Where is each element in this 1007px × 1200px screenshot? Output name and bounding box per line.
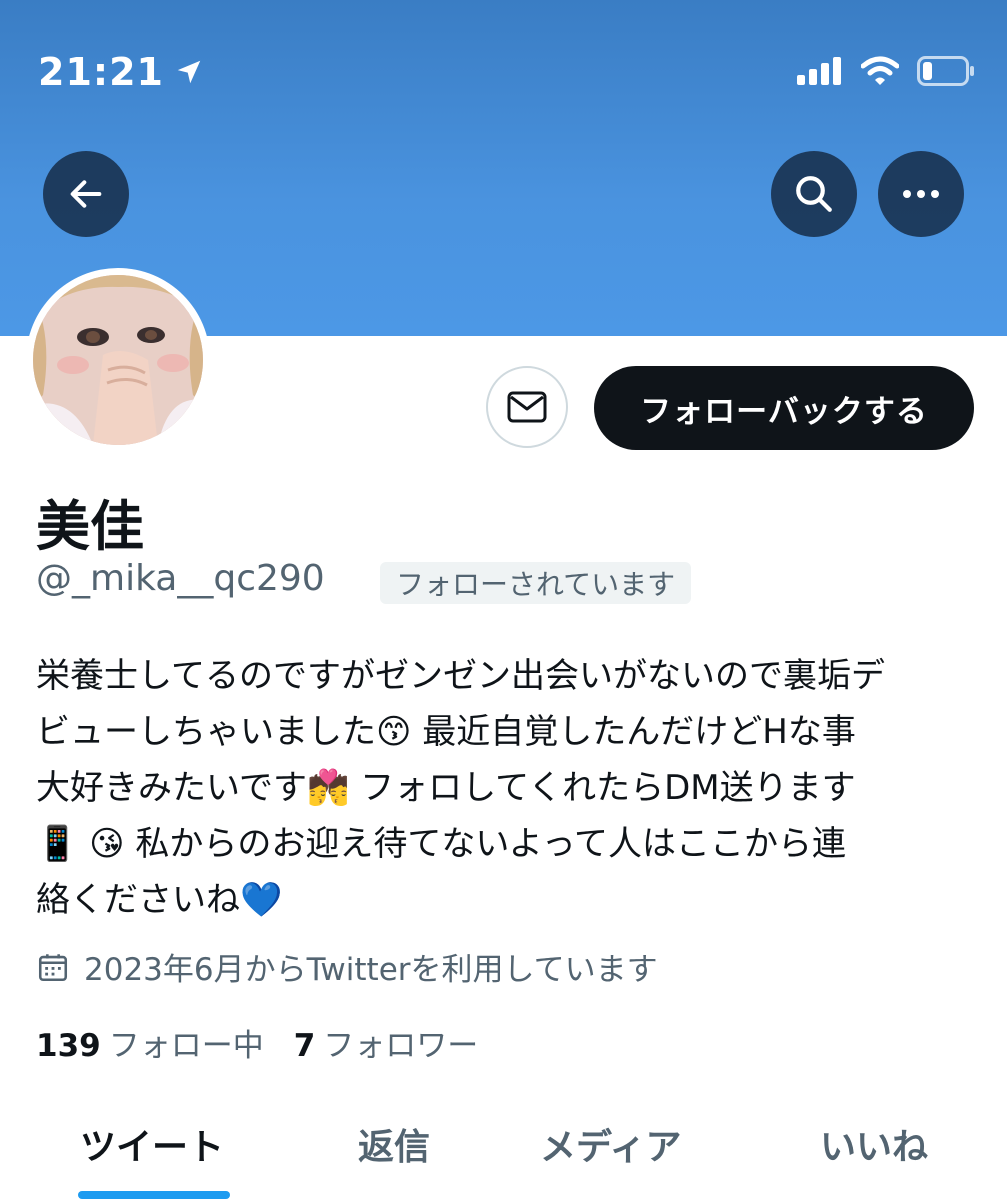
- following-count: 139: [36, 1028, 101, 1064]
- location-arrow-icon: [177, 60, 201, 84]
- calendar-icon: [38, 953, 68, 981]
- profile-avatar[interactable]: [26, 268, 210, 452]
- profile-name: 美佳: [36, 495, 144, 558]
- active-tab-indicator: [78, 1191, 230, 1199]
- joined-date: 2023年6月からTwitterを利用しています: [36, 944, 658, 989]
- followers-count: 7: [293, 1028, 316, 1064]
- status-bar-indicators: [797, 56, 975, 86]
- status-bar-time: 21:21: [38, 50, 204, 94]
- profile-bio: 栄養士してるのですがゼンゼン出会いがないので裏垢デ ビューしちゃいました😙 最近…: [36, 648, 986, 928]
- back-arrow-icon: [70, 180, 102, 208]
- message-button[interactable]: [486, 366, 568, 448]
- tab-replies[interactable]: 返信: [358, 1118, 430, 1170]
- more-dots-icon: [903, 190, 939, 198]
- search-icon: [796, 176, 832, 212]
- tab-media[interactable]: メディア: [540, 1118, 681, 1170]
- bio-line: ビューしちゃいました😙 最近自覚したんだけどHな事: [36, 712, 856, 752]
- follow-stats: 139 フォロー中 7 フォロワー: [36, 1020, 478, 1065]
- following-link[interactable]: 139 フォロー中: [36, 1020, 264, 1065]
- tab-likes[interactable]: いいね: [820, 1118, 928, 1170]
- envelope-icon: [507, 391, 547, 423]
- followers-label: フォロワー: [323, 1028, 479, 1064]
- more-options-button[interactable]: [878, 151, 964, 237]
- bio-line: 📱 😘 私からのお迎え待てないよって人はここから連: [36, 824, 846, 864]
- back-button[interactable]: [43, 151, 129, 237]
- profile-handle: @_mika__qc290: [36, 558, 325, 599]
- follows-you-badge: フォローされています: [380, 562, 692, 604]
- search-button[interactable]: [771, 151, 857, 237]
- avatar-photo: [33, 275, 203, 445]
- bio-line: 大好きみたいです💏 フォロしてくれたらDM送ります: [36, 768, 856, 808]
- tab-tweets[interactable]: ツイート: [80, 1118, 224, 1170]
- avatar-portrait-illustration: [33, 275, 203, 445]
- joined-text: 2023年6月からTwitterを利用しています: [84, 952, 658, 988]
- following-label: フォロー中: [108, 1028, 264, 1064]
- followers-link[interactable]: 7 フォロワー: [294, 1020, 479, 1065]
- wifi-icon: [861, 56, 899, 85]
- follow-back-button[interactable]: フォローバックする: [594, 366, 974, 450]
- bio-line: 栄養士してるのですがゼンゼン出会いがないので裏垢デ: [36, 656, 885, 696]
- signal-icon: [797, 57, 841, 85]
- battery-icon: [917, 56, 974, 86]
- bio-line: 絡くださいね💙: [36, 880, 283, 920]
- profile-tabs: ツイート 返信 メディア いいね: [0, 1100, 1007, 1200]
